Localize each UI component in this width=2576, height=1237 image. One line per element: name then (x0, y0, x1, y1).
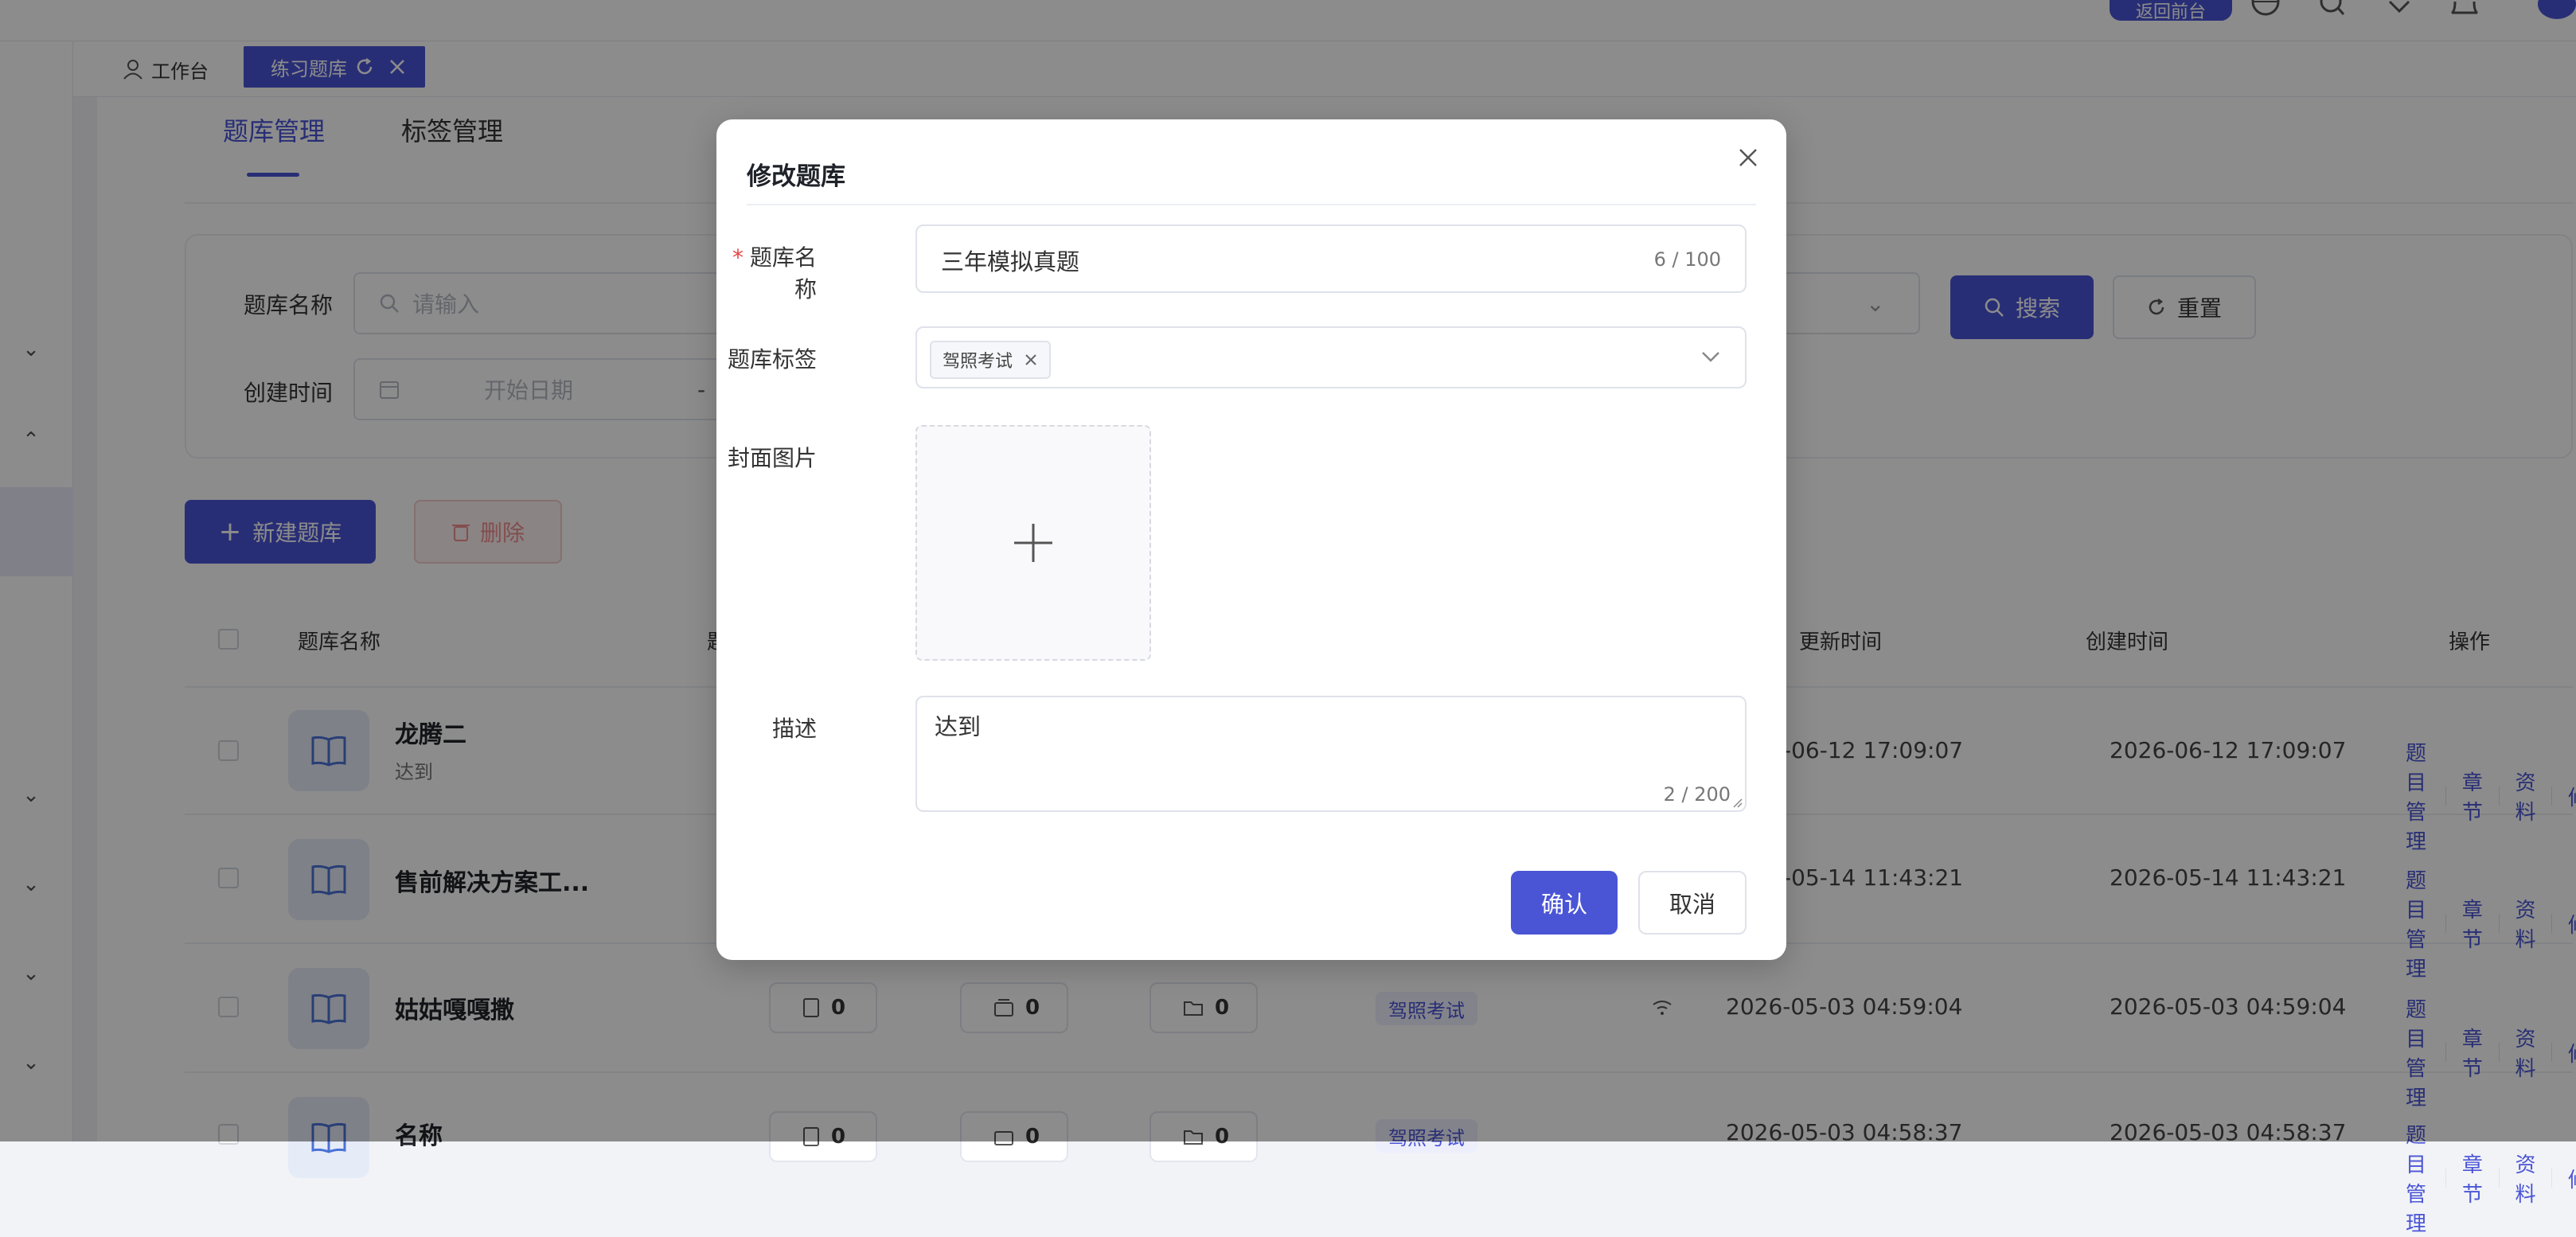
tag-chip: 驾照考试 (930, 341, 1052, 379)
dialog-divider (747, 204, 1756, 205)
edit-bank-dialog: 修改题库 * 题库名称 三年模拟真题 6 / 100 题库标签 驾照考试 封面图片… (716, 119, 1786, 960)
close-icon[interactable] (1024, 353, 1038, 367)
tag-label: 题库标签 (727, 346, 817, 373)
chapters-link[interactable]: 章节 (2462, 1149, 2483, 1208)
description-value: 达到 (935, 713, 982, 740)
materials-link[interactable]: 资料 (2515, 1149, 2535, 1208)
description-textarea[interactable]: 达到 2 / 200 (915, 696, 1747, 812)
cancel-button[interactable]: 取消 (1638, 871, 1747, 935)
dialog-title: 修改题库 (747, 162, 845, 191)
description-count: 2 / 200 (1663, 783, 1731, 806)
name-label: * 题库名称 (716, 240, 817, 304)
bank-name-input[interactable]: 三年模拟真题 6 / 100 (915, 224, 1747, 293)
confirm-button[interactable]: 确认 (1511, 871, 1618, 935)
chevron-down-icon (1702, 352, 1719, 362)
name-label-text: 题库名称 (749, 244, 817, 302)
bank-name-count: 6 / 100 (1653, 248, 1721, 271)
plus-icon (1014, 524, 1052, 562)
close-icon[interactable] (1732, 142, 1764, 174)
bank-tag-select[interactable]: 驾照考试 (915, 326, 1747, 388)
cover-label: 封面图片 (727, 445, 817, 471)
desc-label: 描述 (771, 716, 817, 742)
edit-link[interactable]: 修 (2568, 1164, 2576, 1193)
bank-name-value: 三年模拟真题 (941, 248, 1080, 275)
required-mark: * (732, 244, 744, 271)
tag-chip-label: 驾照考试 (943, 352, 1013, 372)
resize-handle-icon[interactable] (1732, 798, 1743, 809)
cover-upload[interactable] (915, 425, 1151, 661)
